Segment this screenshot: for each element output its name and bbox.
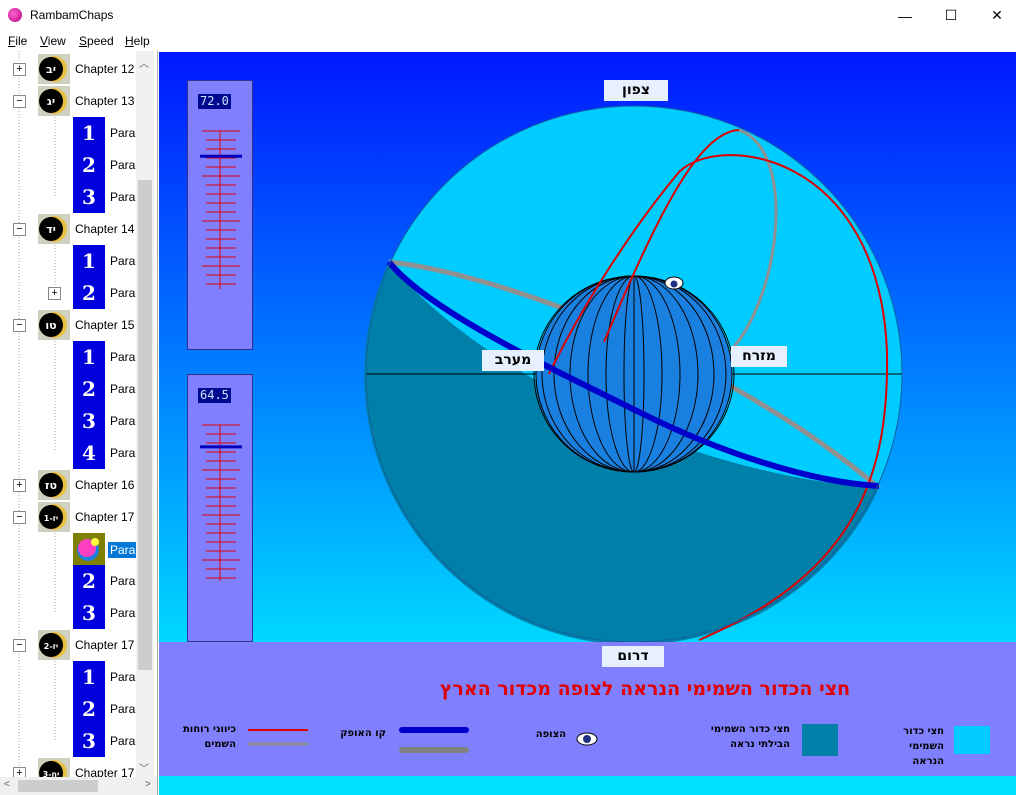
paragraph-number-icon: 4 [73,437,105,469]
scroll-down-icon[interactable]: ﹀ [139,760,149,775]
collapse-icon[interactable]: − [13,223,26,236]
paragraph-number-icon: 1 [73,341,105,373]
menu-bar: File View Speed Help [0,31,1020,51]
horizon-legend-lines [399,727,469,753]
paragraph-number-icon: 1 [73,117,105,149]
east-label: מזרח [731,346,787,367]
chapter-moon-icon: טז [38,470,70,500]
collapse-icon[interactable]: − [13,319,26,332]
chapter-label[interactable]: Chapter 12 [75,62,134,76]
paragraph-number-icon: 1 [73,245,105,277]
maximize-button[interactable]: ☐ [928,0,974,31]
collapse-icon[interactable]: − [13,95,26,108]
invisible-half-swatch [802,724,838,756]
app-icon [8,8,22,22]
menu-view[interactable]: View [40,34,66,48]
slider-ticks [200,130,242,289]
directions-label: כיווני רוחות השמים [182,724,236,750]
bottom-strip [159,776,1016,795]
scroll-left-icon[interactable]: < [4,779,10,790]
paragraph-label[interactable]: Paragraph [110,734,137,748]
chapter-moon-icon: יב [38,54,70,84]
west-label: מערב [482,350,544,371]
svg-text:יד: יד [46,223,56,236]
paragraph-label[interactable]: Paragraph [110,158,137,172]
celestial-sphere-view[interactable]: 72.0 64.5 צפון מערב מזרח [159,52,1016,642]
svg-text:יב: יב [46,63,56,76]
sphere-drawing [364,105,903,642]
angle-slider[interactable]: 64.5 [187,374,253,642]
svg-text:יז-1: יז-1 [44,514,58,523]
caption: חצי הכדור השמימי הנראה לצופה מכדור הארץ [439,678,851,700]
slider-ticks [200,424,242,581]
observer-legend-icon [576,732,598,746]
chapter-moon-icon: טו [38,310,70,340]
expand-icon[interactable]: + [48,287,61,300]
paragraph-number-icon: 2 [73,693,105,725]
paragraph-number-icon: 2 [73,277,105,309]
title-bar: RambamChaps — ☐ ✕ [0,0,1020,31]
chapter-label[interactable]: Chapter 17 [75,510,134,524]
paragraph-number-icon: 1 [73,661,105,693]
visible-half-label: חצי כדור השמימי הנראה [903,726,944,767]
tree-horizontal-scroll-thumb[interactable] [18,780,98,792]
svg-text:טו: טו [45,319,56,332]
collapse-icon[interactable]: − [13,639,26,652]
chapter-moon-icon: יז-2 [38,630,70,660]
chapter-label[interactable]: Chapter 13 [75,94,134,108]
window-title: RambamChaps [30,8,114,22]
paragraph-label[interactable]: Paragraph [110,190,137,204]
svg-text:טז: טז [45,479,57,492]
paragraph-number-icon: 3 [73,405,105,437]
chapter-label[interactable]: Chapter 15 [75,318,134,332]
observer-eye-icon [664,276,684,290]
chapter-moon-icon: יד [38,214,70,244]
latitude-slider[interactable]: 72.0 [187,80,253,350]
paragraph-label[interactable]: Paragraph [110,670,137,684]
close-button[interactable]: ✕ [974,0,1020,31]
paragraph-number-icon: 3 [73,597,105,629]
expand-icon[interactable]: + [13,63,26,76]
directions-legend-lines [248,729,308,746]
current-paragraph-icon [73,533,105,565]
paragraph-label[interactable]: Paragraph [110,382,137,396]
paragraph-number-icon: 2 [73,149,105,181]
visible-half-swatch [954,726,990,754]
menu-help[interactable]: Help [125,34,150,48]
chapter-label[interactable]: Chapter 16 [75,478,134,492]
observer-label: הצופה [535,729,566,740]
north-label: צפון [604,80,668,101]
horizon-label: קו האופק [340,728,386,739]
scroll-right-icon[interactable]: > [145,779,151,790]
svg-text:יז-2: יז-2 [44,642,58,651]
chapter-label[interactable]: Chapter 14 [75,222,134,236]
invisible-half-label: חצי כדור השמימי הבילתי נראה [710,724,790,750]
paragraph-number-icon: 2 [73,565,105,597]
paragraph-label-selected[interactable]: Paragraph [108,542,139,558]
paragraph-number-icon: 3 [73,725,105,757]
svg-text:יג: יג [47,95,55,108]
paragraph-label[interactable]: Paragraph [110,702,137,716]
collapse-icon[interactable]: − [13,511,26,524]
paragraph-label[interactable]: Paragraph [110,286,137,300]
expand-icon[interactable]: + [13,479,26,492]
paragraph-label[interactable]: Paragraph [110,606,137,620]
south-label: דרום [602,646,664,667]
paragraph-number-icon: 3 [73,181,105,213]
chapter-label[interactable]: Chapter 17 [75,638,134,652]
minimize-button[interactable]: — [882,0,928,31]
menu-file[interactable]: File [8,34,27,48]
paragraph-label[interactable]: Paragraph [110,126,137,140]
paragraph-label[interactable]: Paragraph [110,414,137,428]
tree-vertical-scroll-thumb[interactable] [138,180,152,670]
paragraph-number-icon: 2 [73,373,105,405]
chapter-moon-icon: יג [38,86,70,116]
paragraph-label[interactable]: Paragraph [110,574,137,588]
paragraph-label[interactable]: Paragraph [110,254,137,268]
paragraph-label[interactable]: Paragraph [110,446,137,460]
scroll-up-icon[interactable]: ︿ [139,55,149,70]
chapter-moon-icon: יז-1 [38,502,70,532]
paragraph-label[interactable]: Paragraph [110,350,137,364]
menu-speed[interactable]: Speed [79,34,114,48]
